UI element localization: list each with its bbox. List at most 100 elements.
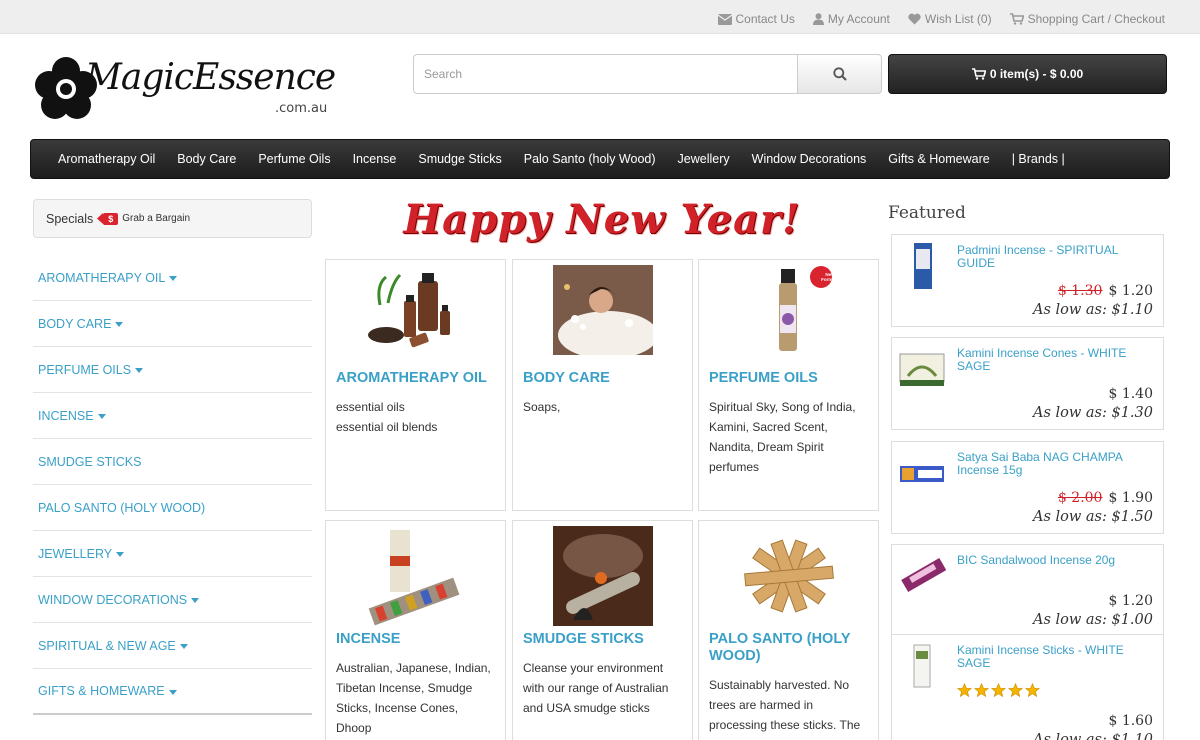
cart-total-button[interactable]: 0 item(s) - $ 0.00 bbox=[888, 54, 1167, 94]
category-card-incense[interactable]: INCENSE Australian, Japanese, Indian, Ti… bbox=[325, 520, 506, 740]
card-desc-line: Nandita, Dream Spirit bbox=[709, 440, 824, 454]
category-smudge-sticks[interactable]: SMUDGE STICKS bbox=[33, 439, 312, 485]
category-card-body-care[interactable]: BODY CARE Soaps, bbox=[512, 259, 693, 511]
old-price: $ 2.00 bbox=[1057, 490, 1103, 506]
star-icon bbox=[957, 683, 972, 698]
featured-heading: Featured bbox=[888, 203, 966, 223]
caret-down-icon bbox=[191, 598, 200, 603]
contact-link[interactable]: Contact Us bbox=[717, 12, 795, 26]
account-link[interactable]: My Account bbox=[812, 12, 890, 26]
card-description: Cleanse your environment with our range … bbox=[523, 658, 684, 718]
category-label: PALO SANTO (HOLY WOOD) bbox=[38, 500, 206, 515]
cart-link[interactable]: Shopping Cart / Checkout bbox=[1009, 12, 1165, 26]
category-label: AROMATHERAPY OIL bbox=[38, 270, 166, 285]
product-thumbnail bbox=[899, 353, 945, 386]
current-price: $ 1.20 bbox=[1108, 283, 1153, 299]
featured-item[interactable]: Kamini Incense Cones - WHITE SAGE $ 1.40 … bbox=[891, 337, 1164, 430]
search-icon bbox=[832, 67, 847, 81]
category-aromatherapy-oil[interactable]: AROMATHERAPY OIL bbox=[33, 255, 312, 301]
cart-icon bbox=[971, 68, 986, 80]
top-links: Contact Us My Account Wish List (0) Shop… bbox=[717, 12, 1165, 26]
search-input[interactable] bbox=[413, 54, 797, 94]
low-price: As low as: $1.10 bbox=[1032, 302, 1153, 318]
star-icon bbox=[991, 683, 1006, 698]
product-name: Satya Sai Baba NAG CHAMPA Incense 15g bbox=[957, 450, 1123, 477]
card-title-line: WOOD) bbox=[709, 648, 761, 664]
card-title: BODY CARE bbox=[523, 370, 610, 386]
category-label: PERFUME OILS bbox=[38, 362, 132, 377]
current-price: $ 1.60 bbox=[1108, 713, 1153, 729]
heart-icon bbox=[908, 13, 921, 25]
new-formula-badge: New Formula bbox=[821, 272, 839, 282]
category-spiritual-new-age[interactable]: SPIRITUAL & NEW AGE bbox=[33, 623, 312, 669]
category-gifts-homeware[interactable]: GIFTS & HOMEWARE bbox=[33, 669, 312, 715]
nav-perfume-oils[interactable]: Perfume Oils bbox=[247, 152, 341, 166]
category-incense[interactable]: INCENSE bbox=[33, 393, 312, 439]
nav-brands[interactable]: | Brands | bbox=[1001, 152, 1076, 166]
caret-down-icon bbox=[97, 414, 106, 419]
star-icon bbox=[974, 683, 989, 698]
card-description: essential oils essential oil blends bbox=[336, 397, 497, 437]
category-card-perfume-oils[interactable]: New Formula PERFUME OILS Spiritual Sky, … bbox=[698, 259, 879, 511]
nav-palo-santo[interactable]: Palo Santo (holy Wood) bbox=[513, 152, 667, 166]
featured-item[interactable]: Satya Sai Baba NAG CHAMPA Incense 15g $ 2… bbox=[891, 441, 1164, 534]
category-window-decorations[interactable]: WINDOW DECORATIONS bbox=[33, 577, 312, 623]
site-logo[interactable]: MagicEssence .com.au bbox=[35, 55, 336, 125]
nav-incense[interactable]: Incense bbox=[342, 152, 408, 166]
nav-window-decorations[interactable]: Window Decorations bbox=[741, 152, 878, 166]
envelope-icon bbox=[717, 13, 732, 25]
card-title: SMUDGE STICKS bbox=[523, 631, 644, 647]
card-desc-line: and USA smudge sticks bbox=[523, 701, 650, 715]
featured-item[interactable]: Padmini Incense - SPIRITUAL GUIDE $ 1.30 $… bbox=[891, 234, 1164, 327]
top-bar: Contact Us My Account Wish List (0) Shop… bbox=[0, 0, 1200, 34]
nav-jewellery[interactable]: Jewellery bbox=[667, 152, 741, 166]
featured-item[interactable]: Kamini Incense Sticks - WHITE SAGE $ 1.60… bbox=[891, 634, 1164, 740]
card-desc-line: Spiritual Sky, Song of India, bbox=[709, 400, 856, 414]
caret-down-icon bbox=[179, 644, 188, 649]
smudge-stick-image bbox=[552, 526, 653, 626]
product-name: Kamini Incense Cones - WHITE SAGE bbox=[957, 346, 1127, 373]
price-tag-icon: $ bbox=[97, 212, 119, 225]
product-name: BIC Sandalwood Incense 20g bbox=[957, 553, 1116, 567]
old-price: $ 1.30 bbox=[1057, 283, 1103, 299]
featured-item[interactable]: BIC Sandalwood Incense 20g $ 1.20 As low… bbox=[891, 544, 1164, 637]
card-desc-line: with our range of Australian bbox=[523, 681, 669, 695]
palo-santo-wood-image bbox=[743, 539, 834, 613]
card-title-line: PALO SANTO (HOLY bbox=[709, 631, 851, 647]
caret-down-icon bbox=[169, 276, 178, 281]
bargain-tag-label: $ bbox=[103, 212, 119, 225]
card-desc-line: essential oil blends bbox=[336, 420, 438, 434]
card-desc-line: Australian, Japanese, Indian, bbox=[336, 661, 491, 675]
caret-down-icon bbox=[116, 552, 125, 557]
low-price: As low as: $1.00 bbox=[1032, 612, 1153, 628]
specials-box[interactable]: Specials $ Grab a Bargain bbox=[33, 199, 312, 238]
search-button[interactable] bbox=[797, 54, 882, 94]
wishlist-link[interactable]: Wish List (0) bbox=[908, 12, 992, 26]
main-nav: Aromatherapy Oil Body Care Perfume Oils … bbox=[30, 139, 1170, 179]
wishlist-label: Wish List (0) bbox=[924, 12, 992, 26]
nav-aromatherapy-oil[interactable]: Aromatherapy Oil bbox=[47, 152, 166, 166]
product-thumbnail bbox=[901, 557, 946, 593]
nav-smudge-sticks[interactable]: Smudge Sticks bbox=[407, 152, 512, 166]
category-card-smudge-sticks[interactable]: SMUDGE STICKS Cleanse your environment w… bbox=[512, 520, 693, 740]
bath-spa-image bbox=[552, 265, 653, 355]
cart-total-label: 0 item(s) - $ 0.00 bbox=[989, 67, 1084, 81]
nav-gifts-homeware[interactable]: Gifts & Homeware bbox=[877, 152, 1000, 166]
category-palo-santo[interactable]: PALO SANTO (HOLY WOOD) bbox=[33, 485, 312, 531]
product-thumbnail bbox=[914, 243, 932, 289]
account-label: My Account bbox=[827, 12, 890, 26]
product-price: $ 1.30 $ 1.20 bbox=[1058, 283, 1153, 299]
card-description: Soaps, bbox=[523, 397, 684, 417]
category-body-care[interactable]: BODY CARE bbox=[33, 301, 312, 347]
category-card-palo-santo[interactable]: PALO SANTO (HOLY WOOD) Sustainably harve… bbox=[698, 520, 879, 740]
nav-body-care[interactable]: Body Care bbox=[166, 152, 247, 166]
logo-domain: .com.au bbox=[275, 101, 328, 116]
category-card-aromatherapy[interactable]: AROMATHERAPY OIL essential oils essentia… bbox=[325, 259, 506, 511]
user-icon bbox=[812, 13, 824, 25]
category-label: WINDOW DECORATIONS bbox=[38, 592, 188, 607]
category-jewellery[interactable]: JEWELLERY bbox=[33, 531, 312, 577]
card-desc-line: processing these sticks. The bbox=[709, 718, 861, 732]
category-label: SMUDGE STICKS bbox=[38, 454, 142, 469]
card-description: Spiritual Sky, Song of India, Kamini, Sa… bbox=[709, 397, 870, 477]
category-perfume-oils[interactable]: PERFUME OILS bbox=[33, 347, 312, 393]
